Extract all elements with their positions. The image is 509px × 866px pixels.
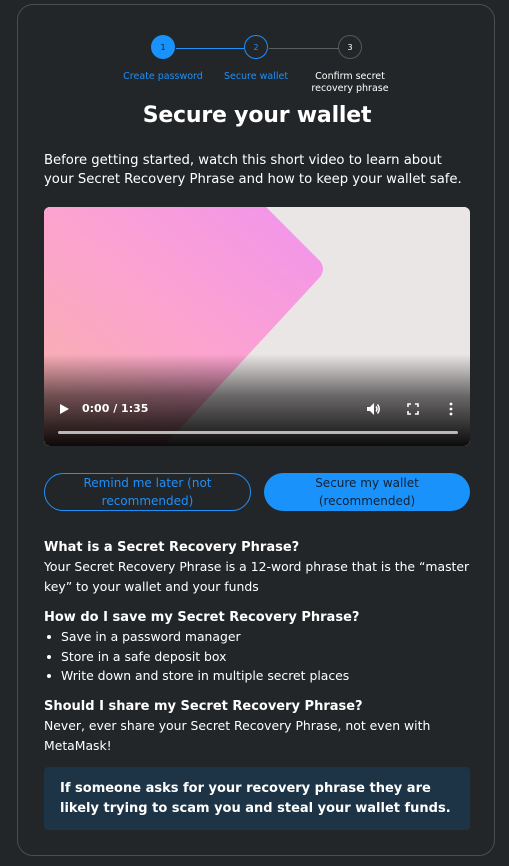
- page-title: Secure your wallet: [142, 103, 372, 128]
- section-what-body: Your Secret Recovery Phrase is a 12-word…: [44, 559, 470, 594]
- video-player[interactable]: 0:00 / 1:35: [44, 207, 470, 446]
- step-2-label: Secure wallet: [223, 71, 289, 82]
- video-time: 0:00 / 1:35: [82, 402, 149, 415]
- intro-text: Before getting started, watch this short…: [44, 153, 462, 187]
- step-1-number: 1: [160, 42, 166, 52]
- volume-icon[interactable]: [366, 402, 382, 416]
- remind-later-label: Remind me later (not recommended): [83, 476, 212, 508]
- remind-later-button[interactable]: Remind me later (not recommended): [44, 473, 251, 511]
- step-2-circle: 2: [244, 35, 268, 59]
- section-what-heading: What is a Secret Recovery Phrase?: [44, 540, 300, 555]
- step-3-circle: 3: [338, 35, 362, 59]
- section-how-to-save: How do I save my Secret Recovery Phrase?…: [44, 608, 474, 686]
- step-3-number: 3: [347, 42, 353, 52]
- section-should-share: Should I share my Secret Recovery Phrase…: [44, 697, 474, 755]
- save-methods-list: Save in a password manager Store in a sa…: [44, 627, 474, 686]
- section-what-is-srp: What is a Secret Recovery Phrase? Your S…: [44, 538, 474, 596]
- section-share-heading: Should I share my Secret Recovery Phrase…: [44, 699, 363, 714]
- onboarding-card: 1 2 3 Create password Secure wallet Conf…: [17, 4, 495, 856]
- play-icon[interactable]: [58, 403, 70, 415]
- step-2-number: 2: [253, 42, 259, 52]
- scam-warning-banner: If someone asks for your recovery phrase…: [44, 767, 470, 830]
- secure-wallet-label: Secure my wallet (recommended): [315, 476, 419, 508]
- video-progress-track[interactable]: [58, 431, 458, 434]
- secure-wallet-button[interactable]: Secure my wallet (recommended): [264, 473, 470, 511]
- more-vertical-icon[interactable]: [448, 402, 454, 416]
- section-share-body: Never, ever share your Secret Recovery P…: [44, 718, 431, 753]
- scam-warning-text: If someone asks for your recovery phrase…: [60, 781, 451, 816]
- list-item: Save in a password manager: [44, 627, 474, 647]
- stepper-line-1: [176, 48, 244, 49]
- progress-stepper: 1 2 3 Create password Secure wallet Conf…: [18, 33, 496, 103]
- list-item: Store in a safe deposit box: [44, 647, 474, 667]
- step-1-circle: 1: [151, 35, 175, 59]
- list-item: Write down and store in multiple secret …: [44, 666, 474, 686]
- fullscreen-icon[interactable]: [407, 403, 419, 415]
- step-3-label: Confirm secret recovery phrase: [311, 71, 389, 94]
- stepper-line-2: [269, 48, 339, 49]
- step-1-label: Create password: [123, 71, 203, 82]
- section-how-heading: How do I save my Secret Recovery Phrase?: [44, 610, 360, 625]
